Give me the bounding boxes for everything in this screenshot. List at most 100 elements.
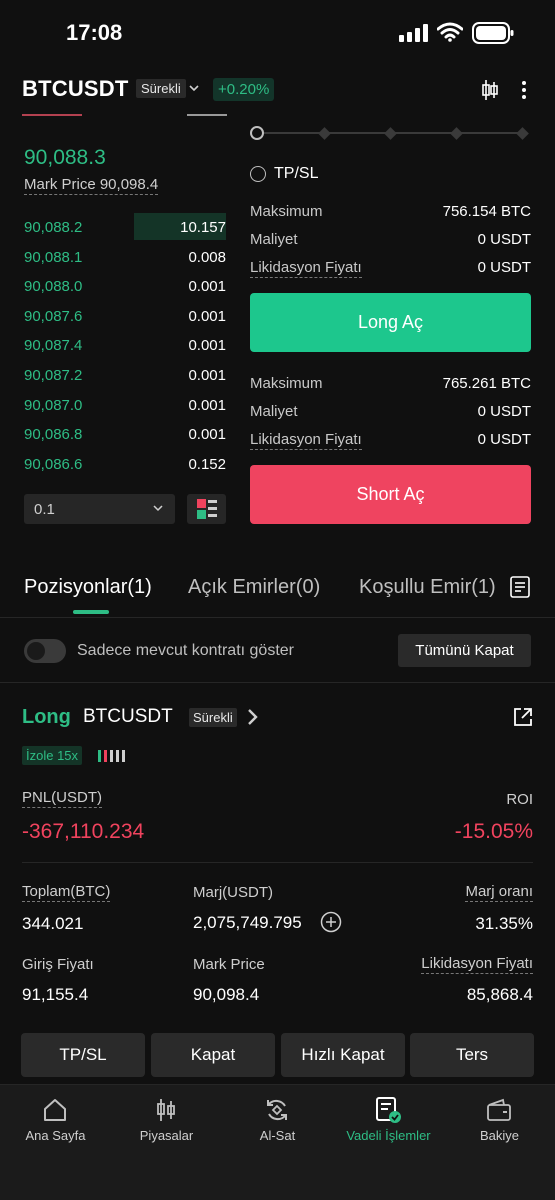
mark-price: Mark Price 90,098.4 bbox=[24, 176, 159, 195]
nav-label: Vadeli İşlemler bbox=[346, 1128, 431, 1143]
nav-balance[interactable]: Bakiye bbox=[444, 1084, 555, 1154]
bid-qty: 0.001 bbox=[188, 367, 226, 384]
bid-qty: 0.008 bbox=[188, 248, 226, 266]
short-max-value: 765.261 BTC bbox=[442, 375, 531, 392]
tpsl-button[interactable]: TP/SL bbox=[21, 1033, 145, 1077]
nav-label: Ana Sayfa bbox=[25, 1128, 86, 1143]
more-menu-icon[interactable] bbox=[521, 80, 527, 100]
position-symbol[interactable]: BTCUSDT bbox=[83, 706, 173, 728]
tab-positions[interactable]: Pozisyonlar(1) bbox=[24, 576, 152, 599]
entry-price-value: 91,155.4 bbox=[22, 985, 89, 1004]
add-margin-icon[interactable] bbox=[320, 911, 342, 933]
divider bbox=[0, 682, 555, 683]
tab-conditional-wrapper[interactable]: Koşullu Emir(1) bbox=[358, 570, 501, 604]
position-contract-type: Sürekli bbox=[189, 708, 237, 727]
close-position-button[interactable]: Kapat bbox=[151, 1033, 275, 1077]
tab-conditional-orders[interactable]: Koşullu Emir(1) bbox=[359, 576, 496, 599]
bid-price: 90,088.0 bbox=[24, 278, 83, 296]
orderbook-row[interactable]: 90,087.0 0.001 bbox=[18, 391, 226, 418]
short-open-button[interactable]: Short Aç bbox=[250, 465, 531, 524]
chevron-down-icon[interactable] bbox=[188, 84, 200, 94]
short-cost-label: Maliyet bbox=[250, 403, 298, 420]
orderbook-row[interactable]: 90,087.2 0.001 bbox=[18, 361, 226, 388]
bid-qty: 0.001 bbox=[188, 278, 226, 296]
orderbook-row[interactable]: 90,087.4 0.001 bbox=[18, 331, 226, 358]
orderbook-row[interactable]: 90,088.1 0.008 bbox=[18, 243, 226, 270]
wallet-icon bbox=[487, 1098, 511, 1121]
quick-close-button[interactable]: Hızlı Kapat bbox=[281, 1033, 405, 1077]
pnl-label: PNL(USDT) bbox=[22, 789, 103, 808]
leverage-level-bars-icon bbox=[98, 750, 125, 762]
nav-label: Bakiye bbox=[479, 1128, 520, 1143]
roi-value: -15.05% bbox=[454, 820, 533, 843]
orderbook-row[interactable]: 90,086.6 0.152 bbox=[18, 450, 226, 477]
bid-price: 90,088.1 bbox=[24, 248, 83, 266]
exchange-icon bbox=[267, 1099, 287, 1121]
margin-mode-badge: İzole 15x bbox=[22, 746, 83, 765]
long-cost-label: Maliyet bbox=[250, 231, 298, 248]
current-contract-toggle[interactable] bbox=[24, 639, 66, 663]
leverage-slider[interactable] bbox=[250, 124, 531, 142]
bid-price: 90,087.0 bbox=[24, 396, 83, 414]
margin-ratio-value: 31.35% bbox=[475, 914, 533, 933]
bid-qty: 0.001 bbox=[188, 396, 226, 414]
bid-price: 90,087.2 bbox=[24, 367, 83, 384]
slider-handle[interactable] bbox=[250, 126, 264, 140]
long-max-label: Maksimum bbox=[250, 203, 323, 220]
chevron-down-icon bbox=[153, 505, 163, 512]
bid-price: 90,087.6 bbox=[24, 307, 83, 325]
share-icon[interactable] bbox=[512, 706, 534, 728]
nav-trade[interactable]: Al-Sat bbox=[222, 1084, 333, 1154]
liquidation-price-value: 85,868.4 bbox=[466, 985, 533, 1004]
wifi-icon bbox=[437, 22, 463, 42]
nav-markets[interactable]: Piyasalar bbox=[111, 1084, 222, 1154]
chevron-right-icon[interactable] bbox=[246, 708, 260, 726]
bid-price: 90,087.4 bbox=[24, 337, 83, 355]
bottom-nav: Ana Sayfa Piyasalar Al-Sat Vadeli İşleml… bbox=[0, 1084, 555, 1200]
position-side: Long bbox=[22, 706, 71, 728]
margin-ratio-label: Marj oranı bbox=[465, 883, 533, 902]
mark-price-value: 90,098.4 bbox=[193, 985, 260, 1004]
toggle-label: Sadece mevcut kontratı göster bbox=[77, 642, 294, 659]
bid-price: 90,086.6 bbox=[24, 455, 83, 473]
orderbook-row[interactable]: 90,086.8 0.001 bbox=[18, 420, 226, 447]
long-liq-value: 0 USDT bbox=[477, 259, 531, 276]
symbol-title[interactable]: BTCUSDT bbox=[22, 76, 129, 102]
orderbook-cut-row bbox=[22, 112, 227, 120]
orderbook-row[interactable]: 90,087.6 0.001 bbox=[18, 302, 226, 329]
contract-type-badge: Sürekli bbox=[136, 79, 186, 98]
total-value: 344.021 bbox=[22, 914, 84, 933]
candlestick-icon bbox=[157, 1099, 175, 1121]
price-change-badge: +0.20% bbox=[213, 78, 275, 101]
long-max-value: 756.154 BTC bbox=[442, 203, 531, 220]
order-history-icon[interactable] bbox=[510, 576, 530, 598]
tpsl-label: TP/SL bbox=[274, 165, 319, 182]
precision-select[interactable]: 0.1 bbox=[24, 494, 175, 524]
futures-icon bbox=[376, 1097, 401, 1123]
nav-home[interactable]: Ana Sayfa bbox=[0, 1084, 111, 1154]
active-tab-indicator bbox=[73, 610, 109, 614]
close-all-button[interactable]: Tümünü Kapat bbox=[398, 634, 531, 667]
reverse-position-button[interactable]: Ters bbox=[410, 1033, 534, 1077]
bid-price: 90,086.8 bbox=[24, 426, 83, 444]
bid-qty: 0.001 bbox=[188, 307, 226, 325]
long-open-button[interactable]: Long Aç bbox=[250, 293, 531, 352]
last-price: 90,088.3 bbox=[24, 146, 106, 169]
bid-qty: 0.152 bbox=[188, 455, 226, 473]
short-cost-value: 0 USDT bbox=[477, 403, 531, 420]
orderbook-layout-button[interactable] bbox=[187, 494, 226, 524]
bid-qty: 0.001 bbox=[188, 337, 226, 355]
orderbook-layout-icon bbox=[197, 499, 217, 519]
bid-price: 90,088.2 bbox=[24, 219, 83, 236]
orderbook-row[interactable]: 90,088.0 0.001 bbox=[18, 272, 226, 299]
nav-futures[interactable]: Vadeli İşlemler bbox=[333, 1084, 444, 1154]
candlestick-chart-icon[interactable] bbox=[481, 79, 499, 101]
bid-qty: 0.001 bbox=[188, 426, 226, 444]
tab-open-orders[interactable]: Açık Emirler(0) bbox=[188, 576, 320, 599]
orderbook-row[interactable]: 90,088.2 10.157 bbox=[18, 213, 226, 240]
home-icon bbox=[44, 1099, 66, 1121]
nav-label: Piyasalar bbox=[139, 1128, 194, 1143]
tpsl-radio[interactable] bbox=[250, 166, 266, 182]
long-liq-label: Likidasyon Fiyatı bbox=[250, 259, 362, 278]
nav-label: Al-Sat bbox=[259, 1128, 296, 1143]
